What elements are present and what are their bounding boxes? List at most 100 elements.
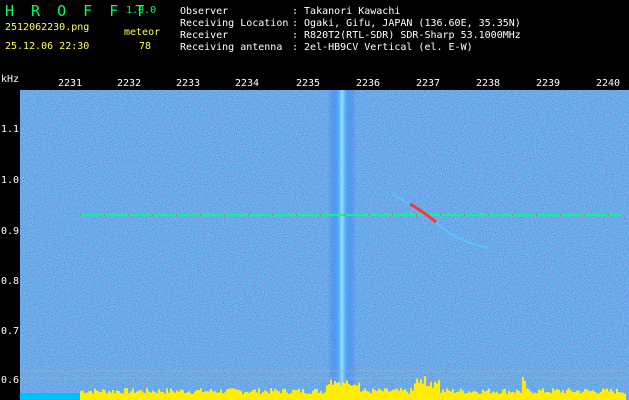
level-bar <box>538 389 540 400</box>
level-bar <box>344 383 346 400</box>
level-bar <box>100 392 102 400</box>
level-bar <box>592 390 594 400</box>
level-bar <box>590 390 592 400</box>
level-bar <box>102 389 104 400</box>
level-bar <box>262 391 264 400</box>
level-bar <box>516 389 518 400</box>
level-bar <box>456 391 458 400</box>
level-bar <box>614 393 616 400</box>
level-bar <box>414 383 416 400</box>
level-bar <box>138 390 140 400</box>
level-bar <box>126 388 128 400</box>
level-bar <box>204 391 206 400</box>
level-bar <box>246 391 248 400</box>
level-bar <box>454 392 456 400</box>
level-bar <box>616 388 618 400</box>
level-bar <box>558 389 560 400</box>
y-axis-unit: kHz <box>1 74 20 85</box>
level-bar <box>510 392 512 400</box>
level-bar <box>596 393 598 400</box>
level-bar <box>226 389 228 400</box>
level-bar <box>290 393 292 400</box>
left-tick-label: 0.6 <box>1 375 20 386</box>
level-bar <box>540 390 542 400</box>
level-bar <box>276 390 278 400</box>
level-bar <box>548 392 550 400</box>
level-bar <box>586 389 588 400</box>
level-bar <box>404 389 406 400</box>
level-bar <box>466 393 468 400</box>
top-tick-label: 2239 <box>536 78 561 89</box>
level-bar <box>570 390 572 400</box>
level-bar <box>368 391 370 400</box>
level-bar <box>580 393 582 400</box>
level-bar <box>410 388 412 400</box>
level-bar <box>214 391 216 400</box>
level-bar <box>350 385 352 400</box>
level-bar <box>242 393 244 400</box>
level-bar <box>232 388 234 400</box>
level-bar <box>534 392 536 400</box>
level-bar <box>366 390 368 400</box>
level-bar <box>208 391 210 400</box>
level-bar <box>588 390 590 400</box>
level-bar <box>122 393 124 400</box>
level-bar <box>452 389 454 400</box>
level-bar <box>514 392 516 400</box>
level-bar <box>224 392 226 400</box>
level-bar <box>526 388 528 400</box>
level-bar <box>236 389 238 400</box>
level-bar <box>400 388 402 400</box>
top-tick-label: 2237 <box>416 78 441 89</box>
level-bar <box>96 390 98 400</box>
level-bar <box>80 391 82 400</box>
level-bar <box>148 391 150 400</box>
level-bar <box>512 391 514 400</box>
level-bar <box>422 383 424 400</box>
level-bar <box>606 388 608 400</box>
level-bar <box>352 385 354 400</box>
level-bar <box>398 390 400 400</box>
level-bar <box>278 391 280 400</box>
left-tick-label: 0.7 <box>1 326 20 337</box>
level-bar <box>546 391 548 400</box>
level-bar <box>324 392 326 400</box>
top-tick-label: 2231 <box>58 78 83 89</box>
top-tick-label: 2233 <box>176 78 201 89</box>
level-bar <box>128 393 130 400</box>
level-bar <box>524 380 526 400</box>
level-bar <box>220 389 222 400</box>
level-bar <box>94 388 96 400</box>
level-bar <box>130 391 132 400</box>
level-bar <box>274 388 276 400</box>
level-bar <box>186 392 188 400</box>
left-axis-background <box>0 90 20 400</box>
level-bar <box>300 392 302 400</box>
level-bar <box>600 391 602 400</box>
level-bar <box>90 390 92 400</box>
level-bar <box>136 391 138 400</box>
level-bar <box>550 393 552 400</box>
level-bar <box>390 391 392 400</box>
level-bar <box>394 389 396 400</box>
level-bar <box>268 393 270 400</box>
level-bar <box>444 392 446 400</box>
level-bar <box>496 391 498 400</box>
level-bar <box>258 388 260 400</box>
level-bar <box>178 391 180 400</box>
level-bar <box>500 393 502 400</box>
level-bar <box>106 393 108 400</box>
level-bar <box>428 385 430 400</box>
level-bar <box>264 390 266 400</box>
level-bar <box>488 388 490 400</box>
left-tick-label: 0.8 <box>1 276 20 287</box>
spectrum-noise <box>20 90 629 400</box>
level-bar <box>228 388 230 400</box>
left-tick-label: 1.1 <box>1 124 20 135</box>
level-bar <box>140 389 142 400</box>
level-bar <box>118 391 120 400</box>
level-bar <box>560 392 562 400</box>
level-bar <box>82 390 84 400</box>
top-tick-label: 2234 <box>235 78 260 89</box>
level-bar <box>340 385 342 400</box>
